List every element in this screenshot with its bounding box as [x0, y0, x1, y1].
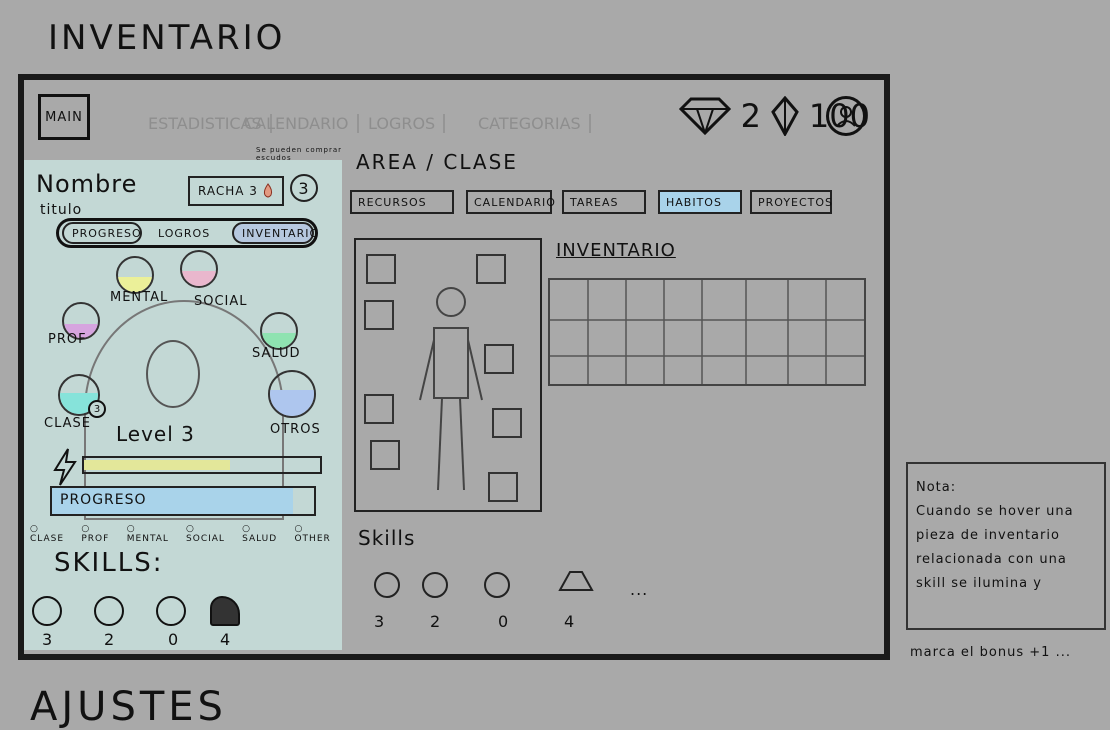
- skill-value-1: 3: [374, 612, 386, 631]
- skill-icon-4[interactable]: [556, 568, 596, 594]
- player-name: Nombre: [36, 170, 138, 198]
- stat-mental[interactable]: [116, 256, 154, 294]
- streak-note: Se pueden comprar escudos: [256, 146, 343, 162]
- inventory-grid-lines: [550, 280, 864, 384]
- inventory-grid: [548, 278, 866, 386]
- skill-value-2: 2: [104, 630, 116, 649]
- note-body: Cuando se hover una pieza de inventario …: [916, 504, 1074, 591]
- skill-value-1: 3: [42, 630, 54, 649]
- equip-slot[interactable]: [370, 440, 400, 470]
- next-section-title: AJUSTES: [30, 684, 227, 730]
- legend-clase: ○ CLASE: [30, 524, 65, 544]
- legend-mental: ○ MENTAL: [126, 524, 169, 544]
- skill-icon-4[interactable]: [210, 596, 240, 626]
- progress-bar: PROGRESO: [50, 486, 316, 516]
- profile-panel: Se pueden comprar escudos Nombre titulo …: [24, 146, 342, 650]
- equip-slot[interactable]: [492, 408, 522, 438]
- pill-inventario[interactable]: INVENTARIO: [232, 222, 318, 244]
- stat-label-clase: CLASE: [44, 416, 91, 431]
- pill-progreso[interactable]: PROGRESO: [62, 222, 142, 244]
- profile-avatar-button[interactable]: [826, 96, 866, 136]
- skill-value-3: 0: [168, 630, 180, 649]
- nav-tab-categorias[interactable]: CATEGORIAS: [470, 114, 591, 133]
- skill-value-4: 4: [564, 612, 576, 631]
- stat-legend: ○ CLASE ○ PROF ○ MENTAL ○ SOCIAL ○ SALUD…: [30, 524, 342, 544]
- equip-slot[interactable]: [488, 472, 518, 502]
- streak-badge[interactable]: RACHA 3: [188, 176, 284, 206]
- progress-label: PROGRESO: [60, 492, 147, 508]
- skill-icon-3[interactable]: [484, 572, 510, 598]
- stat-label-social: SOCIAL: [194, 294, 248, 309]
- equip-slot[interactable]: [364, 300, 394, 330]
- skill-icon-2[interactable]: [94, 596, 124, 626]
- lightning-icon: [53, 448, 77, 486]
- stat-label-prof: PROF: [48, 332, 87, 347]
- stat-label-otros: OTROS: [270, 422, 321, 437]
- player-title: titulo: [40, 202, 83, 218]
- skill-value-3: 0: [498, 612, 510, 631]
- nav-tab-logros[interactable]: LOGROS: [360, 114, 446, 133]
- streak-label: RACHA 3: [198, 184, 258, 198]
- stat-label-mental: MENTAL: [110, 290, 169, 305]
- user-icon: [836, 106, 856, 127]
- skill-value-4: 4: [220, 630, 232, 649]
- skill-icon-3[interactable]: [156, 596, 186, 626]
- legend-other: ○ OTHER: [294, 524, 331, 544]
- energy-bar: [82, 456, 322, 474]
- more-skills[interactable]: ...: [630, 580, 648, 599]
- note-continuation: marca el bonus +1 ...: [910, 645, 1071, 660]
- character-silhouette: [146, 340, 200, 408]
- tab-tareas[interactable]: TAREAS: [562, 190, 646, 214]
- equip-slot[interactable]: [364, 394, 394, 424]
- gem-count: 2: [740, 97, 761, 135]
- stat-label-salud: SALUD: [252, 346, 301, 361]
- skill-value-2: 2: [430, 612, 442, 631]
- note-heading: Nota:: [916, 480, 957, 495]
- design-note: Nota: Cuando se hover una pieza de inven…: [906, 462, 1106, 630]
- main-button[interactable]: MAIN: [38, 94, 90, 140]
- flame-icon: [263, 183, 273, 198]
- skill-icon-1[interactable]: [374, 572, 400, 598]
- equip-slot[interactable]: [484, 344, 514, 374]
- skill-icon-2[interactable]: [422, 572, 448, 598]
- nav-tab-calendario[interactable]: CALENDARIO: [236, 114, 359, 133]
- tab-habitos[interactable]: HABITOS: [658, 190, 742, 214]
- gem-icon: [678, 97, 731, 135]
- legend-salud: ○ SALUD: [242, 524, 278, 544]
- inventory-title: INVENTARIO: [556, 240, 676, 261]
- legend-prof: ○ PROF: [81, 524, 110, 544]
- skills-section-title: Skills: [358, 526, 416, 550]
- page-title: INVENTARIO: [48, 18, 286, 58]
- tab-proyectos[interactable]: PROYECTOS: [750, 190, 832, 214]
- shield-count-badge: 3: [290, 174, 318, 202]
- skills-title: SKILLS:: [54, 548, 164, 578]
- stat-social[interactable]: [180, 250, 218, 288]
- legend-social: ○ SOCIAL: [186, 524, 225, 544]
- tab-calendario[interactable]: CALENDARIO: [466, 190, 555, 214]
- stat-salud[interactable]: [260, 312, 298, 350]
- equipment-panel: [354, 238, 542, 512]
- equip-slot[interactable]: [366, 254, 396, 284]
- crystal-icon: [771, 96, 799, 136]
- breadcrumb: AREA / CLASE: [356, 150, 518, 174]
- tab-recursos[interactable]: RECURSOS: [350, 190, 454, 214]
- skill-icon-1[interactable]: [32, 596, 62, 626]
- pill-logros[interactable]: LOGROS: [148, 222, 224, 244]
- stat-otros[interactable]: [268, 370, 316, 418]
- level-label: Level 3: [116, 422, 195, 446]
- character-figure: [419, 287, 483, 491]
